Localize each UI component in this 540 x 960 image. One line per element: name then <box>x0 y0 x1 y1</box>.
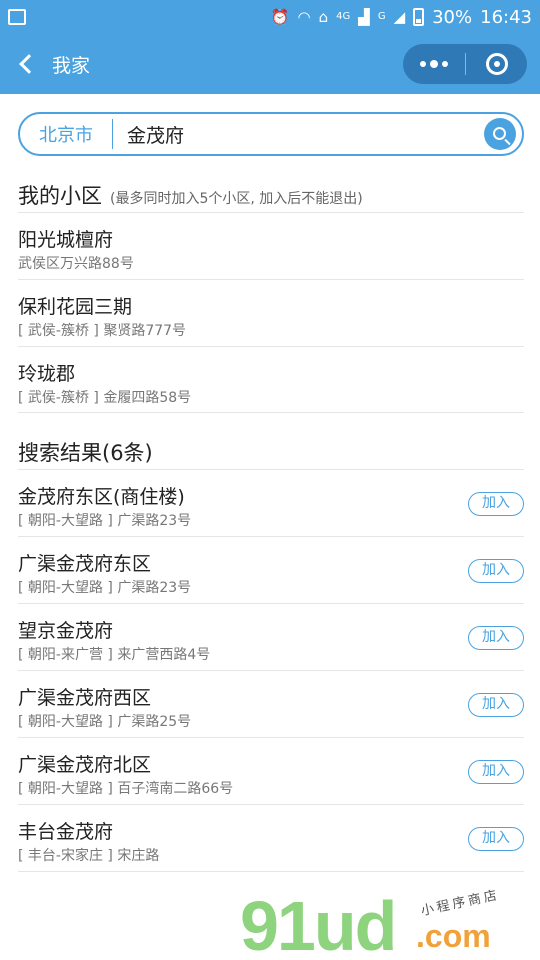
battery-percent: 30% <box>432 6 473 28</box>
result-item[interactable]: 丰台金茂府 [ 丰台-宋家庄 ] 宋庄路 加入 <box>18 805 524 872</box>
community-address: [ 武侯-簇桥 ] 聚贤路777号 <box>18 323 187 339</box>
status-bar: ⏰ ◠ ⌂ 4G ▟ G ◢ 30% 16:43 <box>0 0 540 34</box>
more-dots-icon <box>420 61 426 67</box>
back-button[interactable] <box>6 34 46 94</box>
divider <box>18 412 524 413</box>
wifi-icon: ◠ <box>297 7 311 26</box>
result-item[interactable]: 金茂府东区(商住楼) [ 朝阳-大望路 ] 广渠路23号 加入 <box>18 470 524 537</box>
close-target-icon <box>485 53 508 75</box>
status-left <box>8 9 26 25</box>
result-name: 望京金茂府 <box>18 620 114 642</box>
result-item[interactable]: 望京金茂府 [ 朝阳-来广营 ] 来广营西路4号 加入 <box>18 604 524 671</box>
search-bar: 北京市 <box>18 112 524 156</box>
join-button[interactable]: 加入 <box>468 760 524 784</box>
watermark-tagline: 小程序商店 <box>419 887 502 920</box>
my-community-item[interactable]: 阳光城檀府 武侯区万兴路88号 <box>18 213 524 280</box>
more-dots-icon <box>442 61 448 67</box>
my-communities-heading: 我的小区 <box>18 184 102 208</box>
search-input[interactable] <box>127 123 467 145</box>
signal-icon-1: ▟ <box>358 7 370 26</box>
join-button[interactable]: 加入 <box>468 827 524 851</box>
result-item[interactable]: 广渠金茂府东区 [ 朝阳-大望路 ] 广渠路23号 加入 <box>18 537 524 604</box>
menu-capsule <box>403 44 527 84</box>
status-right: ⏰ ◠ ⌂ 4G ▟ G ◢ 30% 16:43 <box>271 7 532 28</box>
battery-icon <box>413 8 425 26</box>
city-selector[interactable]: 北京市 <box>20 121 112 147</box>
my-communities-title: 我的小区 (最多同时加入5个小区, 加入后不能退出) <box>18 180 363 210</box>
search-divider <box>112 119 113 149</box>
close-button[interactable] <box>466 44 527 84</box>
join-button[interactable]: 加入 <box>468 626 524 650</box>
watermark-logo: 91ud .com 小程序商店 <box>240 880 540 960</box>
result-address: [ 丰台-宋家庄 ] 宋庄路 <box>18 848 160 864</box>
my-community-item[interactable]: 保利花园三期 [ 武侯-簇桥 ] 聚贤路777号 <box>18 280 524 347</box>
divider <box>18 871 524 872</box>
join-button[interactable]: 加入 <box>468 693 524 717</box>
result-address: [ 朝阳-来广营 ] 来广营西路4号 <box>18 647 211 663</box>
gallery-icon <box>8 9 26 25</box>
community-address: [ 武侯-簇桥 ] 金履四路58号 <box>18 390 192 406</box>
nav-bar: 我家 <box>0 34 540 94</box>
alarm-icon: ⏰ <box>270 7 290 26</box>
results-title: 搜索结果(6条) <box>18 441 153 465</box>
result-item[interactable]: 广渠金茂府北区 [ 朝阳-大望路 ] 百子湾南二路66号 加入 <box>18 738 524 805</box>
result-name: 广渠金茂府东区 <box>18 553 152 575</box>
result-name: 金茂府东区(商住楼) <box>18 486 185 508</box>
home-icon: ⌂ <box>318 7 329 26</box>
join-button[interactable]: 加入 <box>468 492 524 516</box>
community-name: 阳光城檀府 <box>18 229 114 251</box>
result-name: 丰台金茂府 <box>18 821 114 843</box>
result-address: [ 朝阳-大望路 ] 广渠路25号 <box>18 714 192 730</box>
more-dots-icon <box>430 60 438 68</box>
more-button[interactable] <box>403 44 465 84</box>
result-item[interactable]: 广渠金茂府西区 [ 朝阳-大望路 ] 广渠路25号 加入 <box>18 671 524 738</box>
watermark-suffix: .com <box>416 918 491 954</box>
search-button[interactable] <box>484 118 516 150</box>
my-communities-hint: (最多同时加入5个小区, 加入后不能退出) <box>110 191 363 207</box>
clock: 16:43 <box>480 6 532 28</box>
result-address: [ 朝阳-大望路 ] 广渠路23号 <box>18 580 192 596</box>
search-icon <box>492 126 506 140</box>
back-chevron-icon <box>19 54 39 74</box>
signal-icon-2: ◢ <box>393 7 406 26</box>
page-title: 我家 <box>52 54 91 77</box>
result-address: [ 朝阳-大望路 ] 百子湾南二路66号 <box>18 781 234 797</box>
network-g-label: G <box>377 11 386 22</box>
my-community-item[interactable]: 玲珑郡 [ 武侯-簇桥 ] 金履四路58号 <box>18 347 524 414</box>
result-name: 广渠金茂府北区 <box>18 754 152 776</box>
result-address: [ 朝阳-大望路 ] 广渠路23号 <box>18 513 192 529</box>
community-name: 玲珑郡 <box>18 363 76 385</box>
result-name: 广渠金茂府西区 <box>18 687 152 709</box>
community-name: 保利花园三期 <box>18 296 133 318</box>
community-address: 武侯区万兴路88号 <box>18 256 134 272</box>
watermark-brand: 91ud <box>240 887 397 960</box>
network-4g-label: 4G <box>336 11 351 22</box>
join-button[interactable]: 加入 <box>468 559 524 583</box>
